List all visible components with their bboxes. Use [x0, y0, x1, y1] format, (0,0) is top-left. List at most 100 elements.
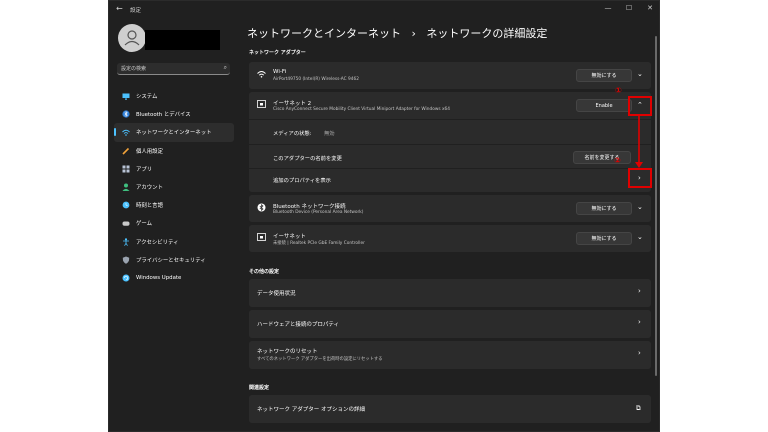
pencil-icon	[122, 147, 130, 155]
bluetooth-network-icon	[257, 203, 266, 214]
globe-clock-icon	[122, 201, 130, 209]
search-input[interactable]	[121, 64, 216, 73]
disable-button[interactable]: 無効にする	[576, 69, 632, 82]
setting-title: ハードウェアと接続のプロパティ	[257, 322, 340, 328]
network-reset-card[interactable]: ネットワークのリセット すべてのネットワーク アダプターを出荷時の設定にリセット…	[249, 341, 651, 369]
data-usage-card[interactable]: データ使用状況 ›	[249, 279, 651, 307]
shield-icon	[122, 256, 130, 264]
sidebar-item-accessibility[interactable]: アクセシビリティ	[114, 233, 234, 251]
chevron-right-icon[interactable]: ›	[638, 349, 641, 357]
sidebar-item-label: アカウント	[136, 185, 163, 192]
sidebar-item-time-language[interactable]: 時刻と言語	[114, 196, 234, 214]
sidebar-item-gaming[interactable]: ゲーム	[114, 214, 234, 232]
ethernet2-adapter-card[interactable]: イーサネット 2 Cisco AnyConnect Secure Mobilit…	[249, 92, 651, 192]
hardware-properties-card[interactable]: ハードウェアと接続のプロパティ ›	[249, 310, 651, 338]
sidebar-item-label: プライバシーとセキュリティ	[136, 257, 206, 264]
sidebar-item-label: ネットワークとインターネット	[136, 130, 212, 137]
chevron-down-icon[interactable]: ⌄	[637, 233, 643, 241]
adapter-title: Bluetooth ネットワーク接続	[273, 204, 346, 210]
wifi-adapter-card[interactable]: Wi-Fi AirPort49750 (Intel(R) Wireless-AC…	[249, 62, 651, 89]
sidebar-nav: システム Bluetooth とデバイス ネットワークとインターネット 個人用設…	[114, 87, 234, 287]
sidebar-item-label: システム	[136, 94, 158, 101]
minimize-button[interactable]: —	[602, 4, 614, 12]
maximize-button[interactable]: ☐	[623, 4, 635, 12]
sidebar-item-personalization[interactable]: 個人用設定	[114, 142, 234, 160]
sidebar-item-label: アクセシビリティ	[136, 239, 179, 246]
breadcrumb-separator: ›	[411, 27, 416, 40]
disable-button[interactable]: 無効にする	[576, 232, 632, 245]
divider	[249, 144, 651, 145]
annotation-arrow	[635, 114, 643, 168]
person-silhouette-icon	[124, 30, 140, 46]
chevron-right-icon[interactable]: ›	[638, 287, 641, 295]
adapter-description: 未接続 | Realtek PCIe GbE Family Controller	[273, 241, 365, 246]
rename-button[interactable]: 名前を変更する	[573, 151, 631, 164]
adapters-section-label: ネットワーク アダプター	[249, 50, 306, 56]
other-settings-section-label: その他の設定	[249, 269, 280, 275]
sidebar-item-system[interactable]: システム	[114, 87, 234, 105]
ethernet-icon	[257, 100, 266, 110]
divider	[249, 168, 651, 169]
redacted-user-name	[145, 30, 220, 50]
breadcrumb-parent[interactable]: ネットワークとインターネット	[247, 27, 401, 40]
chevron-down-icon[interactable]: ⌄	[637, 203, 643, 211]
adapter-description: Bluetooth Device (Personal Area Network)	[273, 210, 364, 215]
accessibility-icon	[122, 237, 130, 246]
sidebar-item-label: Windows Update	[136, 274, 182, 281]
window-title: 設定	[130, 8, 142, 14]
scrollbar[interactable]	[655, 36, 657, 376]
search-icon[interactable]: ⌕	[224, 64, 227, 72]
adapter-title: イーサネット 2	[273, 101, 312, 107]
sidebar-item-windows-update[interactable]: Windows Update	[114, 269, 234, 287]
annotation-marker-2: ②	[614, 156, 621, 165]
sidebar-item-label: アプリ	[136, 166, 153, 173]
breadcrumb-current: ネットワークの詳細設定	[426, 27, 548, 40]
sidebar-item-label: 時刻と言語	[136, 203, 163, 210]
disable-button[interactable]: 無効にする	[576, 202, 632, 215]
close-button[interactable]: ✕	[644, 4, 656, 12]
sidebar-item-label: 個人用設定	[136, 148, 163, 155]
adapter-title: Wi-Fi	[273, 69, 287, 75]
enable-button[interactable]: Enable	[576, 99, 632, 112]
ethernet-icon	[257, 233, 266, 243]
monitor-icon	[122, 92, 130, 100]
sidebar-item-label: ゲーム	[136, 221, 153, 228]
setting-title: ネットワーク アダプター オプションの詳細	[257, 407, 365, 413]
external-link-icon[interactable]: ⧉	[636, 404, 641, 413]
adapter-title: イーサネット	[273, 234, 306, 240]
person-icon	[122, 183, 130, 192]
chevron-down-icon[interactable]: ⌄	[637, 70, 643, 78]
user-avatar[interactable]	[118, 24, 146, 52]
bluetooth-adapter-card[interactable]: Bluetooth ネットワーク接続 Bluetooth Device (Per…	[249, 195, 651, 222]
back-arrow-icon[interactable]: ←	[116, 4, 123, 13]
wifi-icon	[122, 128, 130, 136]
rename-adapter-label: このアダプターの名前を変更	[273, 156, 342, 162]
settings-search-box[interactable]: ⌕	[117, 63, 230, 75]
ethernet-adapter-card[interactable]: イーサネット 未接続 | Realtek PCIe GbE Family Con…	[249, 225, 651, 252]
setting-title: ネットワークのリセット	[257, 349, 318, 355]
media-state-value: 無効	[324, 131, 335, 137]
adapter-description: Cisco AnyConnect Secure Mobility Client …	[273, 107, 450, 112]
media-state-label: メディアの状態:	[273, 131, 312, 137]
sidebar-item-bluetooth[interactable]: Bluetooth とデバイス	[114, 105, 234, 123]
adapter-description: AirPort49750 (Intel(R) Wireless-AC 9462	[273, 77, 359, 82]
gamepad-icon	[122, 219, 130, 227]
page-title: ネットワークとインターネット › ネットワークの詳細設定	[247, 25, 547, 41]
sidebar-item-accounts[interactable]: アカウント	[114, 178, 234, 196]
sidebar-item-label: Bluetooth とデバイス	[136, 112, 191, 119]
related-settings-section-label: 関連設定	[249, 385, 270, 391]
active-indicator	[114, 128, 116, 137]
sidebar-item-privacy[interactable]: プライバシーとセキュリティ	[114, 251, 234, 269]
wifi-icon	[257, 70, 266, 80]
update-icon	[122, 274, 130, 282]
setting-description: すべてのネットワーク アダプターを出荷時の設定にリセットする	[257, 357, 383, 362]
sidebar-item-apps[interactable]: アプリ	[114, 160, 234, 178]
setting-title: データ使用状況	[257, 291, 296, 297]
view-more-properties-label[interactable]: 追加のプロパティを表示	[273, 176, 331, 184]
sidebar-item-network[interactable]: ネットワークとインターネット	[114, 123, 234, 142]
chevron-right-icon[interactable]: ›	[638, 318, 641, 326]
apps-icon	[122, 165, 130, 173]
divider	[249, 119, 651, 120]
title-bar: ← 設定 — ☐ ✕	[109, 1, 659, 19]
more-adapter-options-card[interactable]: ネットワーク アダプター オプションの詳細 ⧉	[249, 395, 651, 423]
